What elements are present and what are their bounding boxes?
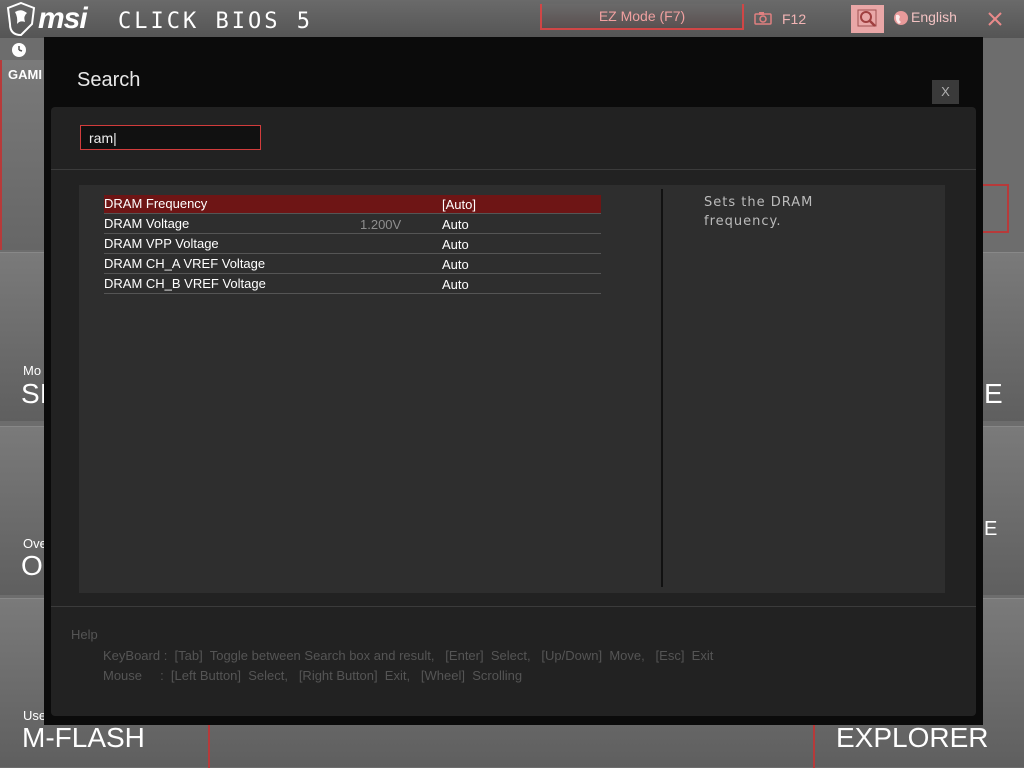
- language-selector[interactable]: English: [911, 9, 957, 25]
- oc-big-label: O: [21, 550, 43, 581]
- result-name: DRAM VPP Voltage: [104, 236, 219, 251]
- explorer-label[interactable]: EXPLORER: [836, 722, 989, 754]
- red-accent-edge: [0, 60, 2, 250]
- result-row-dram-frequency[interactable]: DRAM Frequency [Auto]: [104, 195, 601, 214]
- red-accent-edge: [1007, 184, 1009, 232]
- vertical-divider: [661, 189, 663, 587]
- red-accent-edge: [208, 725, 210, 768]
- divider: [51, 606, 976, 607]
- result-row-dram-ch-b-vref[interactable]: DRAM CH_B VREF Voltage Auto: [104, 275, 601, 294]
- search-input[interactable]: [80, 125, 261, 150]
- results-panel: DRAM Frequency [Auto] DRAM Voltage 1.200…: [79, 185, 945, 593]
- search-button[interactable]: [851, 5, 884, 33]
- help-mouse: Mouse : [Left Button] Select, [Right But…: [103, 668, 523, 683]
- result-name: DRAM CH_B VREF Voltage: [104, 276, 266, 291]
- result-row-dram-vpp-voltage[interactable]: DRAM VPP Voltage Auto: [104, 235, 601, 254]
- board-explorer-big-label: E: [984, 518, 998, 540]
- result-value: Auto: [442, 257, 469, 272]
- result-row-dram-voltage[interactable]: DRAM Voltage 1.200V Auto: [104, 215, 601, 234]
- results-list: DRAM Frequency [Auto] DRAM Voltage 1.200…: [104, 195, 601, 295]
- mflash-small-label: Use: [23, 708, 47, 723]
- top-bar: msi CLICK BIOS 5 EZ Mode (F7) F12 Englis…: [0, 0, 1024, 38]
- result-value: Auto: [442, 237, 469, 252]
- result-name: DRAM Frequency: [104, 196, 208, 211]
- result-value: Auto: [442, 277, 469, 292]
- msi-dragon-shield-icon: [6, 2, 36, 36]
- item-description: Sets the DRAM frequency.: [704, 195, 814, 229]
- red-accent-edge: [983, 184, 1009, 186]
- globe-icon[interactable]: [893, 10, 909, 26]
- game-boost-label: GAMI: [8, 67, 42, 82]
- help-keyboard: KeyBoard : [Tab] Toggle between Search b…: [103, 648, 714, 663]
- divider: [51, 169, 976, 170]
- game-boost-panel: [0, 60, 44, 250]
- result-value: [Auto]: [442, 197, 476, 212]
- close-icon[interactable]: [986, 10, 1004, 28]
- result-value: Auto: [442, 217, 469, 232]
- mflash-label[interactable]: M-FLASH: [22, 722, 145, 754]
- ez-mode-button[interactable]: EZ Mode (F7): [540, 4, 744, 30]
- dialog-body: DRAM Frequency [Auto] DRAM Voltage 1.200…: [51, 107, 976, 716]
- result-current: 1.200V: [360, 217, 402, 232]
- result-name: DRAM CH_A VREF Voltage: [104, 256, 266, 271]
- red-accent-edge: [983, 231, 1009, 233]
- screenshot-f12-button[interactable]: F12: [782, 11, 806, 27]
- result-row-dram-ch-a-vref[interactable]: DRAM CH_A VREF Voltage Auto: [104, 255, 601, 274]
- hardware-monitor-big-label: E: [984, 378, 1003, 409]
- settings-small-label: Mo: [23, 363, 42, 378]
- result-name: DRAM Voltage: [104, 216, 190, 231]
- search-icon: [857, 9, 877, 27]
- dialog-title: Search: [77, 69, 141, 91]
- product-name: CLICK BIOS 5: [118, 9, 313, 34]
- clock-icon: [12, 43, 26, 57]
- camera-icon[interactable]: [754, 11, 772, 25]
- red-accent-edge: [813, 725, 815, 768]
- search-dialog: Search X DRAM Frequency [Auto] DRAM Volt…: [44, 37, 983, 725]
- help-title: Help: [71, 627, 98, 642]
- dialog-close-button[interactable]: X: [932, 80, 959, 104]
- brand-logo-text: msi: [38, 2, 88, 35]
